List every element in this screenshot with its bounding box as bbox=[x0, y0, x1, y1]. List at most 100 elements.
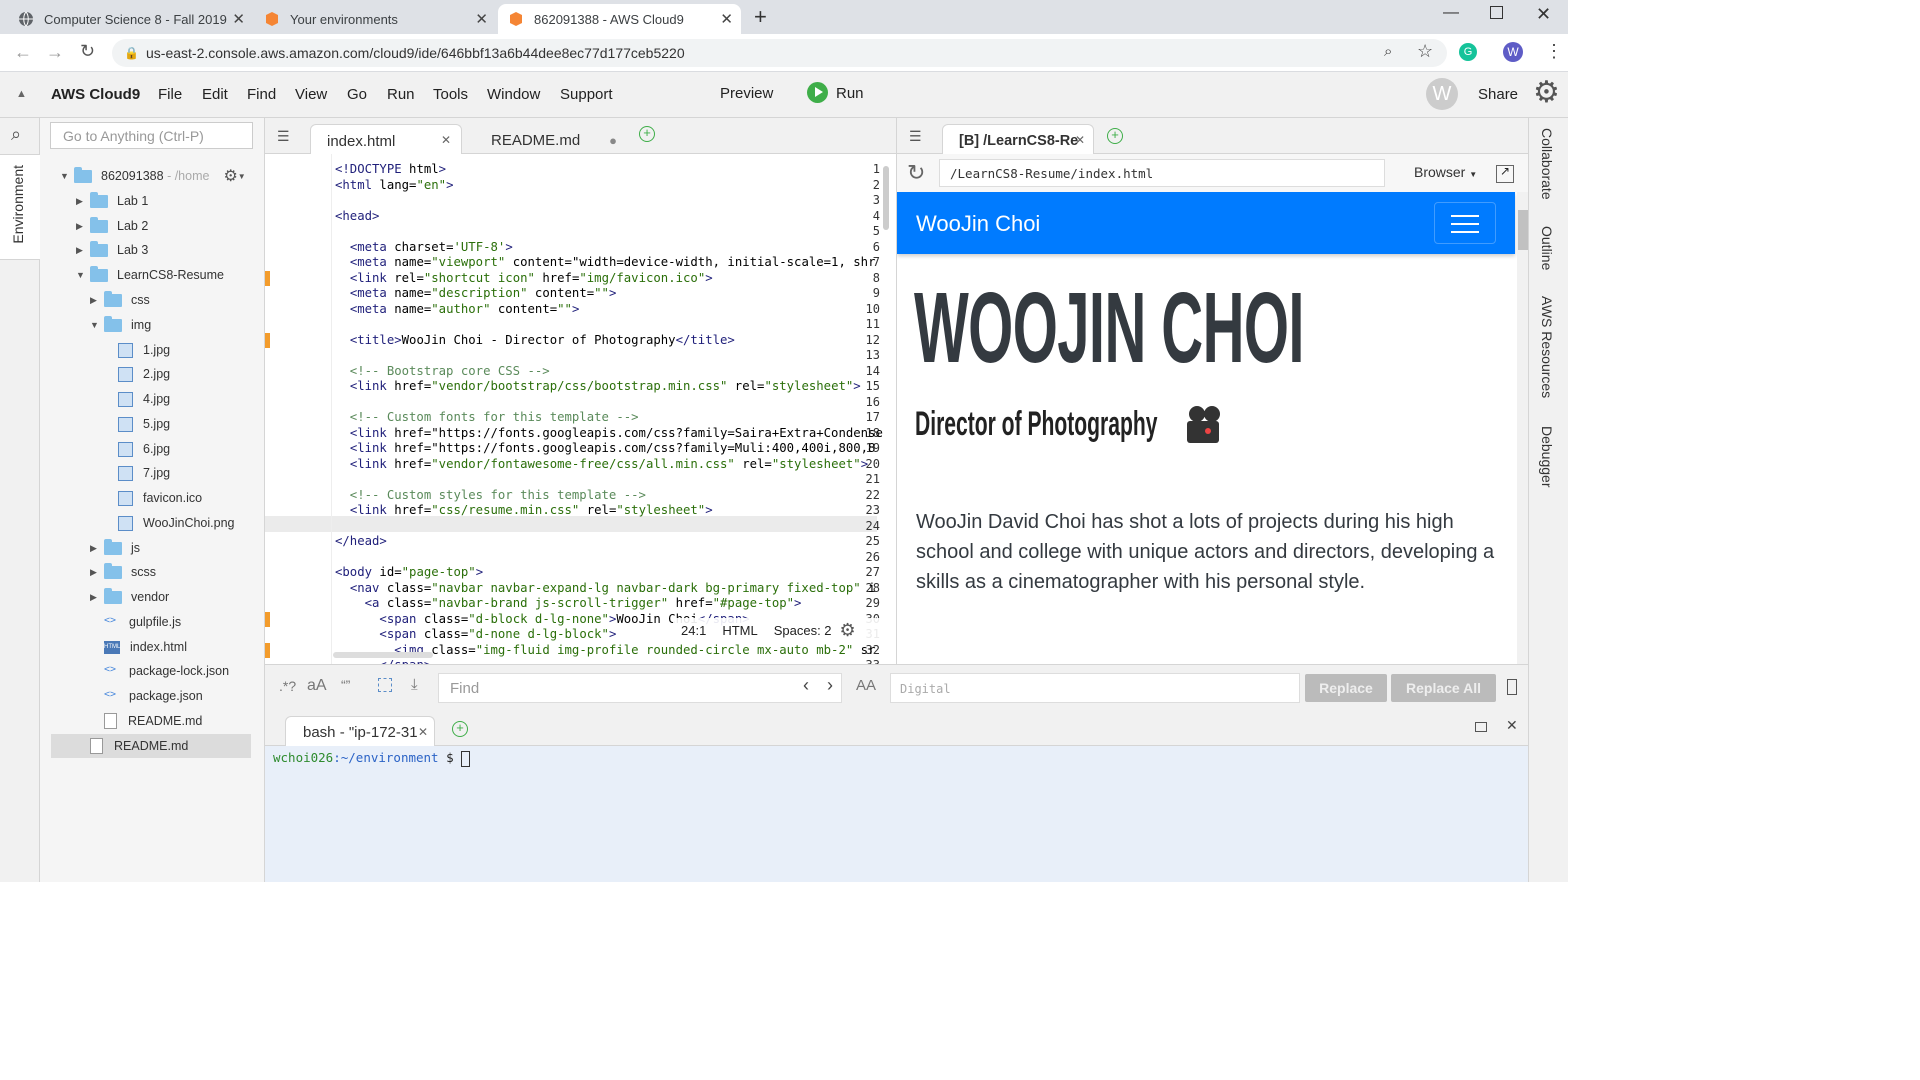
tab-readme[interactable]: README.md ● bbox=[475, 124, 625, 154]
tree-root[interactable]: ▼ 862091388 - /home ⚙ ▼ bbox=[60, 165, 246, 187]
grammarly-icon[interactable]: G bbox=[1459, 43, 1477, 61]
whole-word-icon[interactable]: “” bbox=[341, 677, 350, 693]
unsaved-dot-icon[interactable]: ● bbox=[609, 133, 617, 148]
close-icon[interactable]: ✕ bbox=[1075, 133, 1085, 147]
user-avatar[interactable]: W bbox=[1426, 78, 1458, 110]
zoom-icon[interactable]: ⌕ bbox=[1384, 43, 1392, 60]
replace-case-icon[interactable]: AA bbox=[856, 677, 876, 694]
tree-item[interactable]: ▼ img bbox=[90, 314, 151, 336]
terminal-tab[interactable]: bash - "ip-172-31 ✕ bbox=[285, 716, 435, 746]
menu-window[interactable]: Window bbox=[487, 86, 540, 103]
reload-icon[interactable]: ↻ bbox=[80, 41, 95, 62]
share-button[interactable]: Share bbox=[1478, 86, 1518, 103]
close-icon[interactable]: ✕ bbox=[418, 725, 428, 739]
tree-item[interactable]: ▶ scss bbox=[90, 561, 156, 583]
wrap-icon[interactable]: ⤓ bbox=[411, 676, 418, 693]
preview-tab[interactable]: [B] /LearnCS8-Re ✕ bbox=[942, 124, 1094, 154]
minimize-button[interactable]: — bbox=[1443, 4, 1459, 22]
menu-icon[interactable]: ⋮ bbox=[1545, 41, 1563, 62]
close-panel-icon[interactable]: ✕ bbox=[1506, 717, 1518, 734]
indent-setting[interactable]: Spaces: 2 bbox=[774, 623, 832, 638]
maximize-button[interactable] bbox=[1490, 6, 1503, 19]
collapse-icon[interactable]: ▲ bbox=[16, 88, 27, 100]
go-to-anything-input[interactable]: Go to Anything (Ctrl-P) bbox=[50, 122, 253, 149]
tree-settings-gear-icon[interactable]: ⚙ bbox=[223, 166, 237, 186]
tree-item[interactable]: <> package-lock.json bbox=[104, 660, 229, 682]
tab-outline[interactable]: Outline bbox=[1539, 226, 1555, 270]
tree-item[interactable]: README.md bbox=[104, 710, 202, 732]
profile-avatar[interactable]: W bbox=[1503, 42, 1523, 62]
cursor-position[interactable]: 24:1 bbox=[681, 623, 706, 638]
tab-aws-resources[interactable]: AWS Resources bbox=[1539, 296, 1555, 398]
menu-go[interactable]: Go bbox=[347, 86, 367, 103]
find-prev-icon[interactable]: ‹ bbox=[803, 675, 809, 696]
tree-item[interactable]: 1.jpg bbox=[118, 339, 170, 361]
tab-list-icon[interactable]: ☰ bbox=[909, 128, 922, 145]
close-icon[interactable]: ✕ bbox=[475, 10, 488, 28]
editor-hscrollbar[interactable] bbox=[333, 652, 433, 658]
browser-dropdown[interactable]: Browser ▼ bbox=[1414, 164, 1477, 180]
menu-find[interactable]: Find bbox=[247, 86, 276, 103]
tree-item[interactable]: ▶ css bbox=[90, 289, 150, 311]
menu-tools[interactable]: Tools bbox=[433, 86, 468, 103]
url-field[interactable]: 🔒 us-east-2.console.aws.amazon.com/cloud… bbox=[112, 39, 1447, 67]
search-icon[interactable]: ⌕ bbox=[11, 124, 21, 145]
tree-item[interactable]: ▶ Lab 1 bbox=[76, 190, 148, 212]
preview-url-input[interactable]: /LearnCS8-Resume/index.html bbox=[939, 159, 1385, 187]
back-icon[interactable]: ← bbox=[14, 42, 32, 63]
navbar-toggler[interactable] bbox=[1434, 202, 1496, 244]
tab-index-html[interactable]: index.html ✕ bbox=[310, 124, 462, 154]
new-tab-button[interactable]: + bbox=[754, 4, 767, 30]
regex-icon[interactable]: .*? bbox=[279, 678, 296, 694]
replace-input[interactable]: Digital bbox=[890, 673, 1300, 703]
tree-item[interactable]: README.md bbox=[90, 735, 188, 757]
add-tab-icon[interactable]: + bbox=[639, 126, 655, 142]
menu-file[interactable]: File bbox=[158, 86, 182, 103]
preview-scrollbar[interactable] bbox=[1517, 192, 1528, 664]
close-icon[interactable]: ✕ bbox=[232, 10, 245, 28]
tab-debugger[interactable]: Debugger bbox=[1539, 426, 1555, 488]
window-close-button[interactable]: ✕ bbox=[1536, 4, 1551, 25]
refresh-icon[interactable]: ↻ bbox=[907, 160, 925, 186]
language-mode[interactable]: HTML bbox=[722, 623, 757, 638]
find-options-icon[interactable] bbox=[1507, 679, 1517, 695]
menu-edit[interactable]: Edit bbox=[202, 86, 228, 103]
run-button[interactable]: Run bbox=[836, 85, 864, 102]
find-input[interactable]: Find bbox=[438, 673, 842, 703]
tree-item[interactable]: ▶ Lab 3 bbox=[76, 239, 148, 261]
tree-item[interactable]: <> package.json bbox=[104, 685, 203, 707]
tree-item[interactable]: ▶ vendor bbox=[90, 586, 169, 608]
tree-item[interactable]: WooJinChoi.png bbox=[118, 512, 235, 534]
tree-item[interactable]: ▶ Lab 2 bbox=[76, 215, 148, 237]
navbar-brand[interactable]: WooJin Choi bbox=[916, 211, 1040, 237]
browser-tab[interactable]: Computer Science 8 - Fall 2019 ✕ bbox=[8, 4, 253, 34]
star-icon[interactable]: ☆ bbox=[1417, 41, 1433, 62]
preview-button[interactable]: Preview bbox=[720, 85, 773, 102]
forward-icon[interactable]: → bbox=[46, 42, 64, 63]
close-icon[interactable]: ✕ bbox=[720, 10, 733, 28]
add-tab-icon[interactable]: + bbox=[1107, 128, 1123, 144]
restore-panel-icon[interactable] bbox=[1475, 722, 1487, 732]
tree-item[interactable]: <> gulpfile.js bbox=[104, 611, 181, 633]
browser-tab-active[interactable]: 862091388 - AWS Cloud9 ✕ bbox=[498, 4, 741, 34]
menu-support[interactable]: Support bbox=[560, 86, 613, 103]
code-editor[interactable]: 1 <!DOCTYPE html> 2 <html lang="en"> 3 4 <head… bbox=[265, 154, 896, 664]
tree-item[interactable]: 5.jpg bbox=[118, 413, 170, 435]
tree-item[interactable]: 7.jpg bbox=[118, 462, 170, 484]
replace-button[interactable]: Replace bbox=[1305, 674, 1387, 702]
find-next-icon[interactable]: › bbox=[827, 675, 833, 696]
terminal[interactable]: wchoi026:~/environment $ bbox=[265, 746, 1528, 882]
browser-tab[interactable]: Your environments ✕ bbox=[254, 4, 496, 34]
tree-item[interactable]: 4.jpg bbox=[118, 388, 170, 410]
environment-tab[interactable]: Environment bbox=[0, 154, 40, 260]
case-sensitive-icon[interactable]: aA bbox=[307, 677, 327, 695]
tab-collaborate[interactable]: Collaborate bbox=[1539, 128, 1555, 200]
add-terminal-icon[interactable]: + bbox=[452, 721, 468, 737]
tree-item[interactable]: ▼ LearnCS8-Resume bbox=[76, 264, 224, 286]
tab-list-icon[interactable]: ☰ bbox=[277, 128, 290, 145]
tree-item[interactable]: 6.jpg bbox=[118, 438, 170, 460]
popout-icon[interactable]: ↗ bbox=[1496, 164, 1514, 183]
menu-run[interactable]: Run bbox=[387, 86, 415, 103]
status-gear-icon[interactable]: ⚙ bbox=[840, 620, 856, 641]
tree-item[interactable]: HTML index.html bbox=[104, 636, 187, 658]
